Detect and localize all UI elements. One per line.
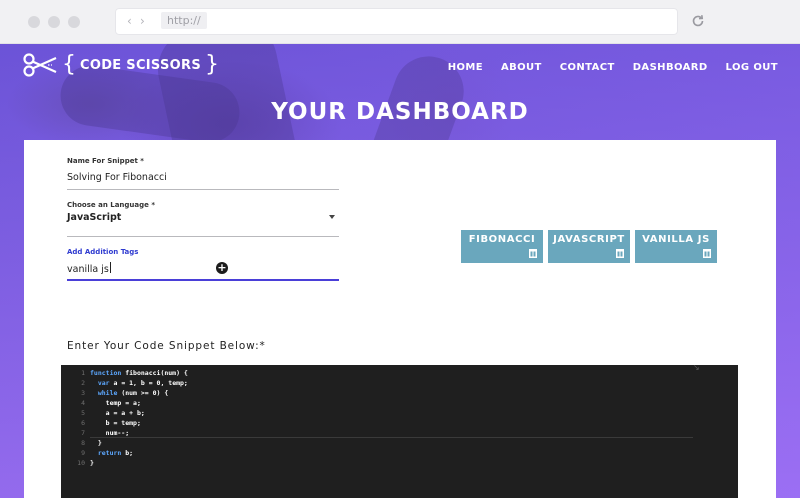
tags-input-value: vanilla js [67,264,109,275]
add-tag-button[interactable]: + [216,262,228,274]
code-line[interactable]: 9 return b; [61,448,738,458]
scissors-icon [23,53,57,77]
code-line[interactable]: 5 a = a + b; [61,408,738,418]
dashboard-card: Name For Snippet * Solving For Fibonacci… [24,140,776,498]
chevron-left-icon[interactable]: ‹ [127,14,132,28]
url-bar[interactable]: ‹ › http:// [115,8,678,35]
line-number: 2 [81,379,85,387]
snippet-name-underline [67,189,339,190]
code-line[interactable]: 6 b = temp; [61,418,738,428]
main-nav: HOME ABOUT CONTACT DASHBOARD LOG OUT [448,62,778,73]
tag-chip[interactable]: FIBONACCI [461,230,543,263]
logo-text: CODE SCISSORS [80,57,201,73]
browser-chrome: ‹ › http:// [0,0,800,44]
code-text: } [90,459,94,467]
page-title: YOUR DASHBOARD [271,99,529,125]
code-line[interactable]: 7 num--; [61,428,738,438]
code-text: while (num >= 0) { [97,389,169,397]
tags-underline [67,279,339,281]
snippet-name-input[interactable]: Solving For Fibonacci [67,172,167,183]
trash-icon[interactable] [529,249,537,258]
nav-dashboard[interactable]: DASHBOARD [633,62,708,73]
code-line[interactable]: 1 function fibonacci(num) { [61,368,738,378]
code-text: return b; [97,449,134,457]
line-number: 1 [81,369,85,377]
code-line[interactable]: 8 } [61,438,738,448]
window-close-dot[interactable] [28,16,40,28]
tag-chip[interactable]: JAVASCRIPT [548,230,630,263]
brace-close-icon: } [205,52,219,77]
line-number: 6 [81,419,85,427]
nav-contact[interactable]: CONTACT [560,62,615,73]
text-cursor [109,262,111,273]
dropdown-arrow-icon[interactable] [329,215,335,219]
snippet-name-label: Name For Snippet * [67,157,144,165]
window-minimize-dot[interactable] [48,16,60,28]
code-text: b = temp; [90,419,141,427]
language-label: Choose an Language * [67,201,155,209]
window-maximize-dot[interactable] [68,16,80,28]
code-text: } [90,439,102,447]
code-line[interactable]: 3 while (num >= 0) { [61,388,738,398]
line-number: 9 [81,449,85,457]
nav-home[interactable]: HOME [448,62,483,73]
language-underline [67,236,339,237]
code-text: function fibonacci(num) { [90,369,188,377]
line-number: 4 [81,399,85,407]
line-number: 8 [81,439,85,447]
language-select[interactable]: JavaScript [67,212,121,223]
nav-logout[interactable]: LOG OUT [726,62,778,73]
code-line[interactable]: 4 temp = a; [61,398,738,408]
line-number: 7 [81,429,85,437]
logo[interactable]: { CODE SCISSORS } [22,50,219,80]
code-snippet-label: Enter Your Code Snippet Below:* [67,340,266,352]
code-text: temp = a; [90,399,141,407]
tag-label: FIBONACCI [468,234,536,245]
tags-label: Add Addition Tags [67,248,139,256]
reload-icon[interactable] [690,13,706,29]
trash-icon[interactable] [616,249,624,258]
trash-icon[interactable] [703,249,711,258]
tag-chip[interactable]: VANILLA JS [635,230,717,263]
code-line[interactable]: 10} [61,458,738,468]
line-number: 5 [81,409,85,417]
code-line[interactable]: 2 var a = 1, b = 0, temp; [61,378,738,388]
brace-open-icon: { [62,52,76,77]
line-number: 10 [77,459,85,467]
code-text: var a = 1, b = 0, temp; [97,379,188,387]
code-text: a = a + b; [90,409,145,417]
tag-label: VANILLA JS [642,234,710,245]
nav-about[interactable]: ABOUT [501,62,542,73]
tags-input[interactable]: vanilla js [67,262,111,275]
code-editor[interactable]: ↘ 1 function fibonacci(num) {2 var a = 1,… [61,363,738,498]
tag-label: JAVASCRIPT [553,234,625,245]
code-text: num--; [90,429,130,437]
line-number: 3 [81,389,85,397]
chevron-right-icon[interactable]: › [140,14,145,28]
url-text[interactable]: http:// [161,12,207,29]
